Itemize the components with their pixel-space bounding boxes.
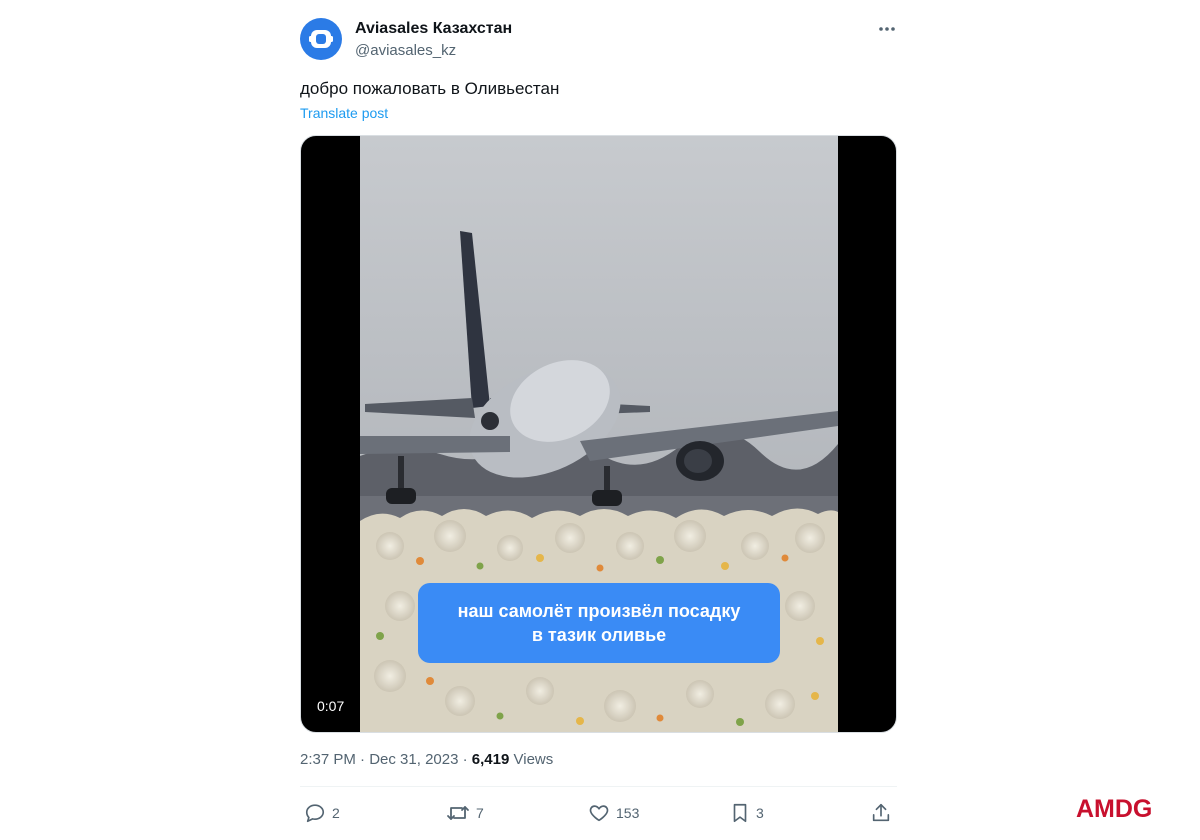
post-meta: 2:37 PM · Dec 31, 2023 · 6,419 Views (300, 751, 553, 768)
reply-count: 2 (332, 805, 340, 821)
amdg-watermark-logo: AMDG (1076, 795, 1176, 821)
video-duration-badge: 0:07 (311, 696, 351, 716)
share-upload-icon (872, 803, 890, 822)
translate-post-link[interactable]: Translate post (300, 105, 388, 121)
video-caption-bubble: наш самолёт произвёл посадку в тазик оли… (418, 583, 780, 663)
post-date[interactable]: Dec 31, 2023 (369, 751, 458, 768)
more-dots-icon[interactable] (874, 18, 900, 40)
share-button[interactable] (870, 796, 892, 830)
post-actions: 2 7 153 3 (300, 796, 897, 830)
bookmark-count: 3 (756, 805, 764, 821)
repost-button[interactable]: 7 (446, 796, 484, 830)
meta-separator: · (360, 751, 366, 768)
video-caption-line-1: наш самолёт произвёл посадку (457, 601, 741, 621)
views-label: Views (513, 751, 554, 768)
post-card: Aviasales Казахстан @aviasales_kz добро … (284, 0, 914, 840)
watermark-text: AMDG (1076, 795, 1152, 821)
aviasales-logo-icon (309, 30, 333, 48)
author-handle[interactable]: @aviasales_kz (355, 42, 456, 59)
post-time[interactable]: 2:37 PM (300, 751, 356, 768)
author-name[interactable]: Aviasales Казахстан (355, 20, 512, 38)
post-text: добро пожаловать в Оливьестан (300, 79, 560, 98)
video-player[interactable]: наш самолёт произвёл посадку в тазик оли… (300, 135, 897, 733)
actions-divider (300, 786, 897, 787)
bookmark-icon (733, 803, 747, 823)
reply-bubble-icon (305, 804, 325, 823)
like-count: 153 (616, 805, 640, 821)
heart-icon (589, 805, 609, 822)
repost-count: 7 (476, 805, 484, 821)
video-frame[interactable]: наш самолёт произвёл посадку в тазик оли… (360, 136, 838, 732)
repost-arrows-icon (447, 806, 469, 820)
meta-separator: · (462, 751, 468, 768)
video-caption-line-2: в тазик оливье (531, 625, 667, 645)
views-count[interactable]: 6,419 (472, 751, 510, 768)
author-avatar[interactable] (300, 18, 342, 60)
bookmark-button[interactable]: 3 (730, 796, 764, 830)
reply-button[interactable]: 2 (304, 796, 340, 830)
like-button[interactable]: 153 (588, 796, 639, 830)
